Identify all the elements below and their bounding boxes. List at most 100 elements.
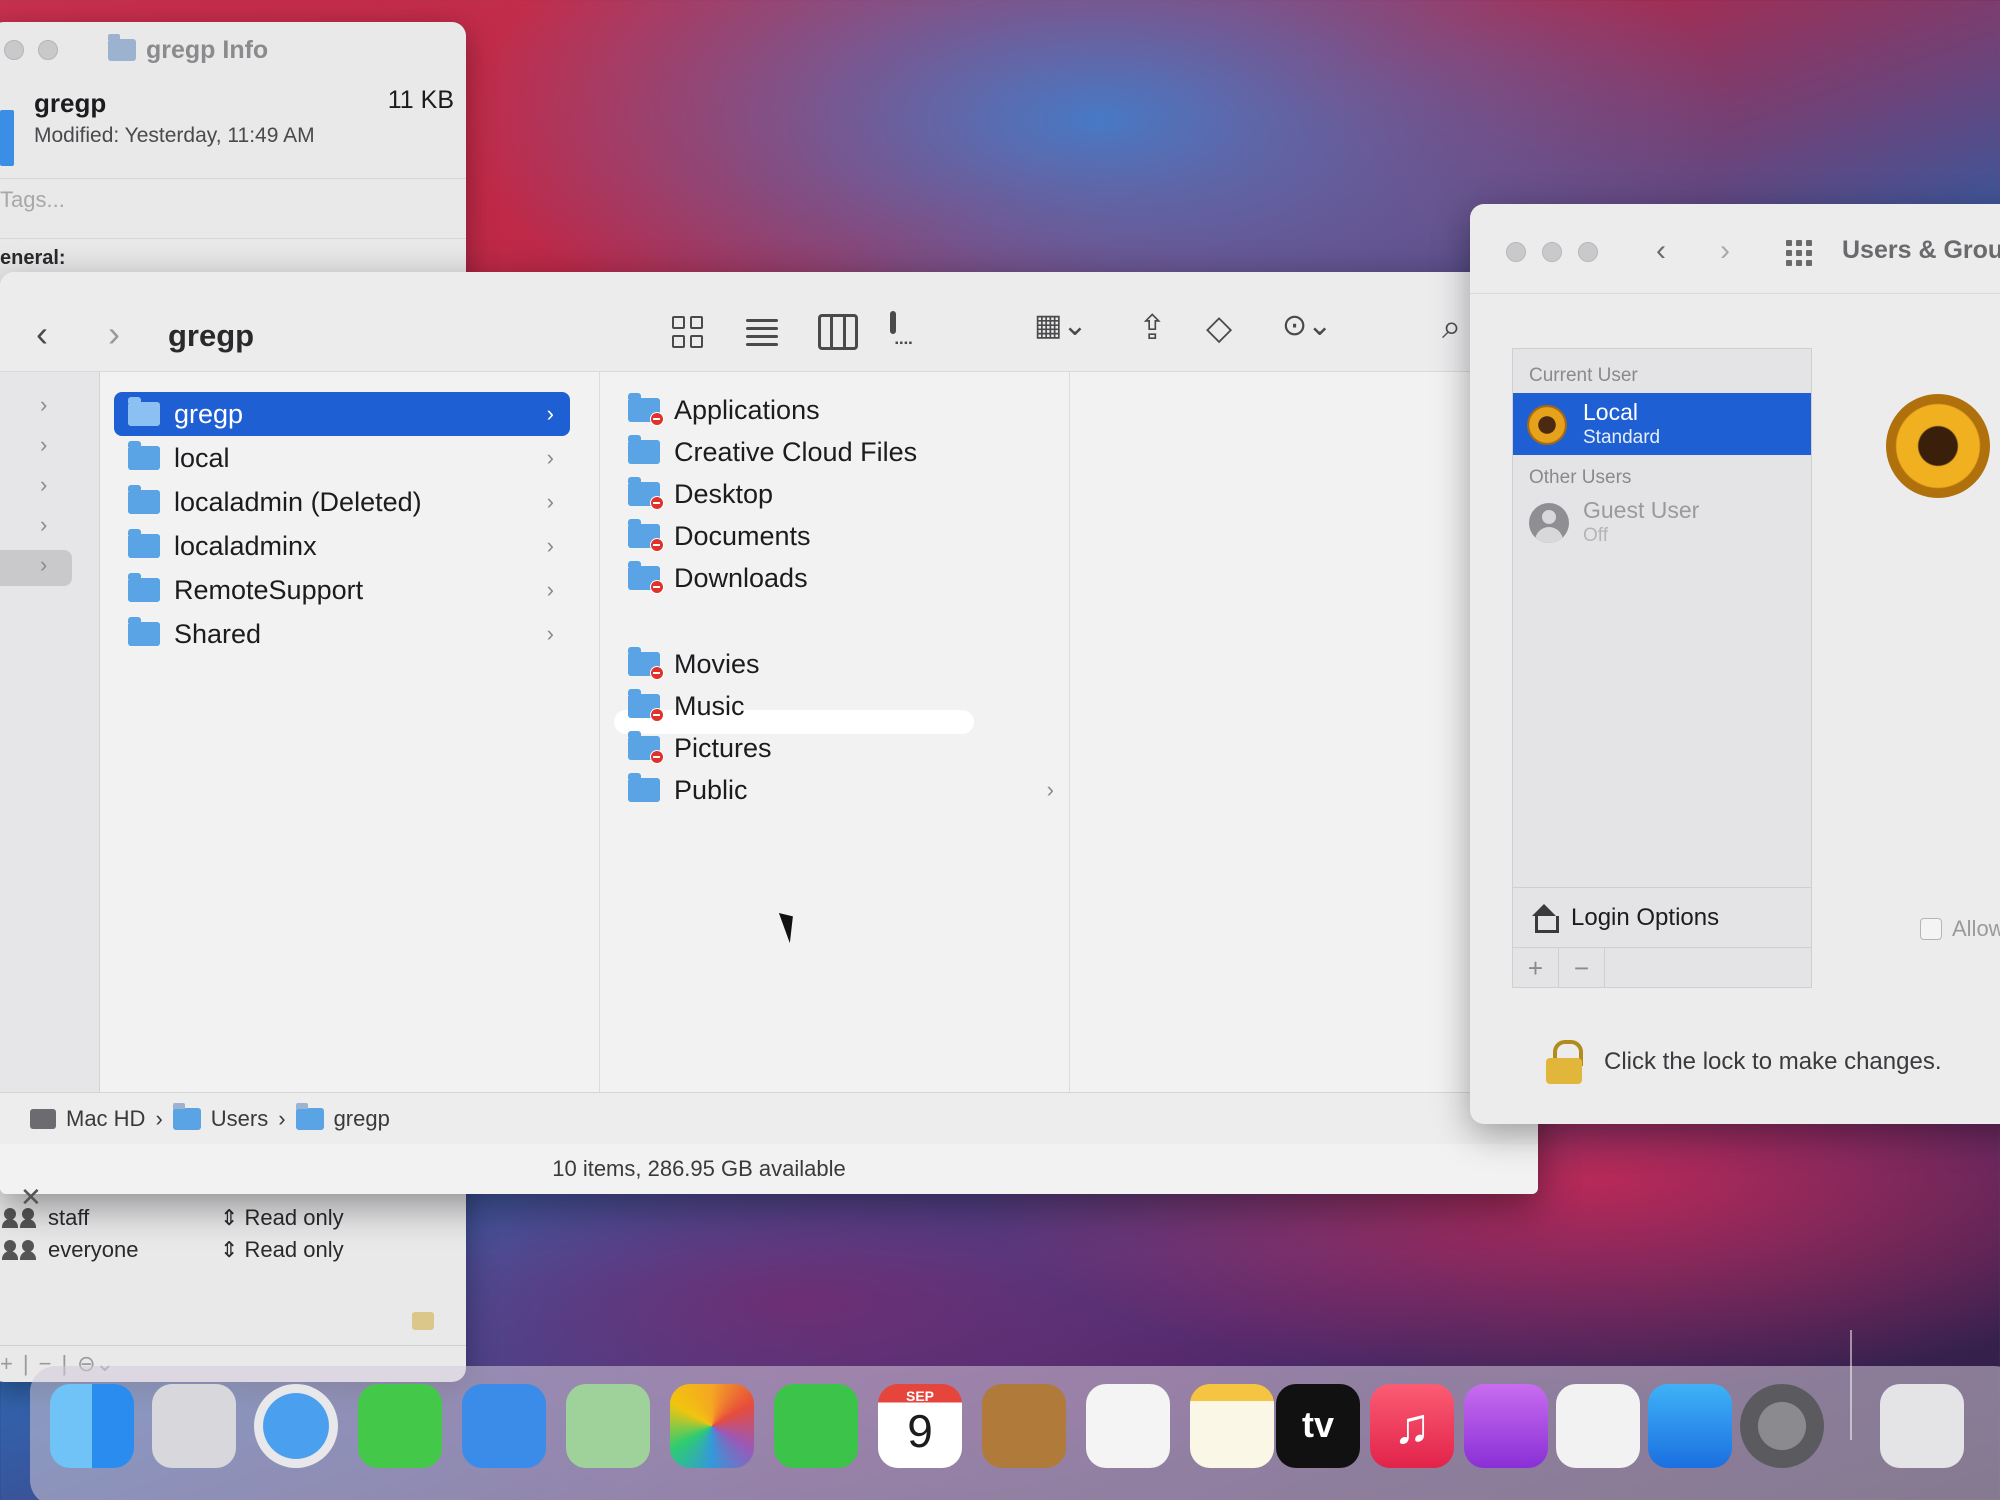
permission-row[interactable]: staff ⇕ Read only: [0, 1202, 466, 1234]
folder-music[interactable]: Music: [614, 684, 1070, 728]
lock-icon[interactable]: [412, 1312, 434, 1330]
login-options-button[interactable]: Login Options: [1513, 887, 1811, 947]
folder-movies[interactable]: Movies: [614, 642, 1070, 686]
folder-desktop[interactable]: Desktop: [614, 472, 1070, 516]
folder-shared[interactable]: Shared ›: [114, 612, 570, 656]
group-by-button[interactable]: ▦⌄: [1034, 308, 1087, 343]
maps-icon[interactable]: [566, 1384, 650, 1468]
path-item-users[interactable]: Users: [211, 1106, 268, 1132]
folder-documents[interactable]: Documents: [614, 514, 1070, 558]
privilege-select[interactable]: ⇕ Read only: [220, 1205, 344, 1231]
facetime-icon[interactable]: [774, 1384, 858, 1468]
lock-text: Click the lock to make changes.: [1604, 1048, 1942, 1075]
tags-field[interactable]: Tags...: [0, 178, 466, 238]
info-item-name: gregp: [34, 88, 107, 118]
path-item-mac-hd[interactable]: Mac HD: [66, 1106, 145, 1132]
user-picture[interactable]: [1886, 394, 1990, 498]
path-bar: Mac HD › Users › gregp: [0, 1092, 1538, 1144]
disclosure-chevron[interactable]: ›: [40, 512, 47, 538]
chevron-right-icon: ›: [546, 445, 554, 470]
disclosure-chevron[interactable]: ›: [40, 472, 47, 498]
user-local[interactable]: Local Standard: [1513, 393, 1811, 455]
info-titlebar: gregp Info: [0, 22, 466, 78]
finder-icon[interactable]: [50, 1384, 134, 1468]
search-icon[interactable]: ⌕: [1442, 308, 1461, 347]
more-actions-button[interactable]: ⊙⌄: [1282, 308, 1332, 343]
path-separator: ›: [155, 1105, 163, 1131]
minimize-button[interactable]: [38, 40, 58, 60]
photos-icon[interactable]: [670, 1384, 754, 1468]
folder-downloads[interactable]: Downloads: [614, 556, 1070, 600]
add-permission-button[interactable]: +: [0, 1351, 13, 1377]
folder-icon: [128, 617, 160, 646]
folder-localadmin-deleted[interactable]: localadmin (Deleted) ›: [114, 480, 570, 524]
folder-icon: [128, 573, 160, 602]
zoom-button[interactable]: [1578, 242, 1598, 262]
disclosure-chevron[interactable]: ›: [40, 552, 47, 578]
tv-icon[interactable]: tv: [1276, 1384, 1360, 1468]
forward-button[interactable]: ›: [108, 316, 120, 352]
folder-applications[interactable]: Applications: [614, 388, 1070, 432]
add-user-button[interactable]: +: [1513, 948, 1559, 987]
chevron-right-icon: ›: [1046, 777, 1054, 802]
sidebar-selection[interactable]: [0, 550, 72, 586]
folder-remotesupport[interactable]: RemoteSupport ›: [114, 568, 570, 612]
chevron-right-icon: ›: [546, 401, 554, 426]
icon-view-button[interactable]: [670, 314, 710, 350]
permission-row[interactable]: everyone ⇕ Read only: [0, 1234, 466, 1266]
restricted-badge-icon: [650, 412, 664, 426]
folder-creative-cloud-files[interactable]: Creative Cloud Files: [614, 430, 1070, 474]
system-preferences-icon[interactable]: [1740, 1384, 1824, 1468]
reminders-icon[interactable]: [1086, 1384, 1170, 1468]
folder-public[interactable]: Public ›: [614, 768, 1070, 812]
folder-icon: [628, 393, 664, 426]
remove-user-button[interactable]: −: [1559, 948, 1605, 987]
close-button[interactable]: [1506, 242, 1526, 262]
privilege-select[interactable]: ⇕ Read only: [220, 1237, 344, 1263]
disclosure-chevron[interactable]: ›: [40, 432, 47, 458]
lock-icon[interactable]: [1546, 1040, 1583, 1084]
column-empty: [1070, 372, 1538, 1092]
folder-icon: [172, 1102, 201, 1130]
close-button[interactable]: [4, 40, 24, 60]
contacts-icon[interactable]: [982, 1384, 1066, 1468]
news-icon[interactable]: [1556, 1384, 1640, 1468]
allow-checkbox[interactable]: Allow: [1920, 916, 2000, 942]
lock-control[interactable]: Click the lock to make changes.: [1546, 1040, 1942, 1084]
show-all-grid-icon[interactable]: [1786, 240, 1812, 266]
folder-pictures[interactable]: Pictures: [614, 726, 1070, 770]
folder-gregp[interactable]: gregp ›: [114, 392, 570, 436]
folder-local[interactable]: local ›: [114, 436, 570, 480]
launchpad-icon[interactable]: [152, 1384, 236, 1468]
tag-icon[interactable]: ◇: [1206, 308, 1232, 348]
list-view-button[interactable]: [742, 314, 782, 350]
disclosure-chevron[interactable]: ›: [40, 392, 47, 418]
app-store-icon[interactable]: [1648, 1384, 1732, 1468]
preview-icon[interactable]: [1880, 1384, 1964, 1468]
share-icon[interactable]: ⇪: [1138, 308, 1167, 348]
user-guest[interactable]: Guest User Off: [1513, 491, 1811, 553]
notes-icon[interactable]: [1190, 1384, 1274, 1468]
close-icon[interactable]: ✕: [20, 1182, 42, 1213]
minimize-button[interactable]: [1542, 242, 1562, 262]
column-view-button[interactable]: [818, 314, 858, 350]
podcasts-icon[interactable]: [1464, 1384, 1548, 1468]
finder-window[interactable]: ‹ › gregp ▦⌄ ⇪ ◇ ⊙⌄ ⌕ › › › › › gregp › …: [0, 272, 1538, 1194]
folder-icon: [628, 689, 664, 722]
folder-icon: [628, 731, 664, 764]
path-item-gregp[interactable]: gregp: [334, 1106, 390, 1132]
folder-localadminx[interactable]: localadminx ›: [114, 524, 570, 568]
messages-icon[interactable]: [358, 1384, 442, 1468]
back-button[interactable]: ‹: [36, 316, 48, 352]
chevron-right-icon: ›: [546, 533, 554, 558]
users-groups-window[interactable]: ‹ › Users & Grou Current User Local Stan…: [1470, 204, 2000, 1124]
forward-button[interactable]: ›: [1720, 234, 1730, 268]
chevron-right-icon: ›: [546, 621, 554, 646]
safari-icon[interactable]: [254, 1384, 338, 1468]
calendar-icon[interactable]: SEP 9: [878, 1384, 962, 1468]
back-button[interactable]: ‹: [1656, 234, 1666, 268]
music-icon[interactable]: ♫: [1370, 1384, 1454, 1468]
chevron-right-icon: ›: [546, 577, 554, 602]
mail-icon[interactable]: [462, 1384, 546, 1468]
gallery-view-button[interactable]: [890, 311, 896, 334]
